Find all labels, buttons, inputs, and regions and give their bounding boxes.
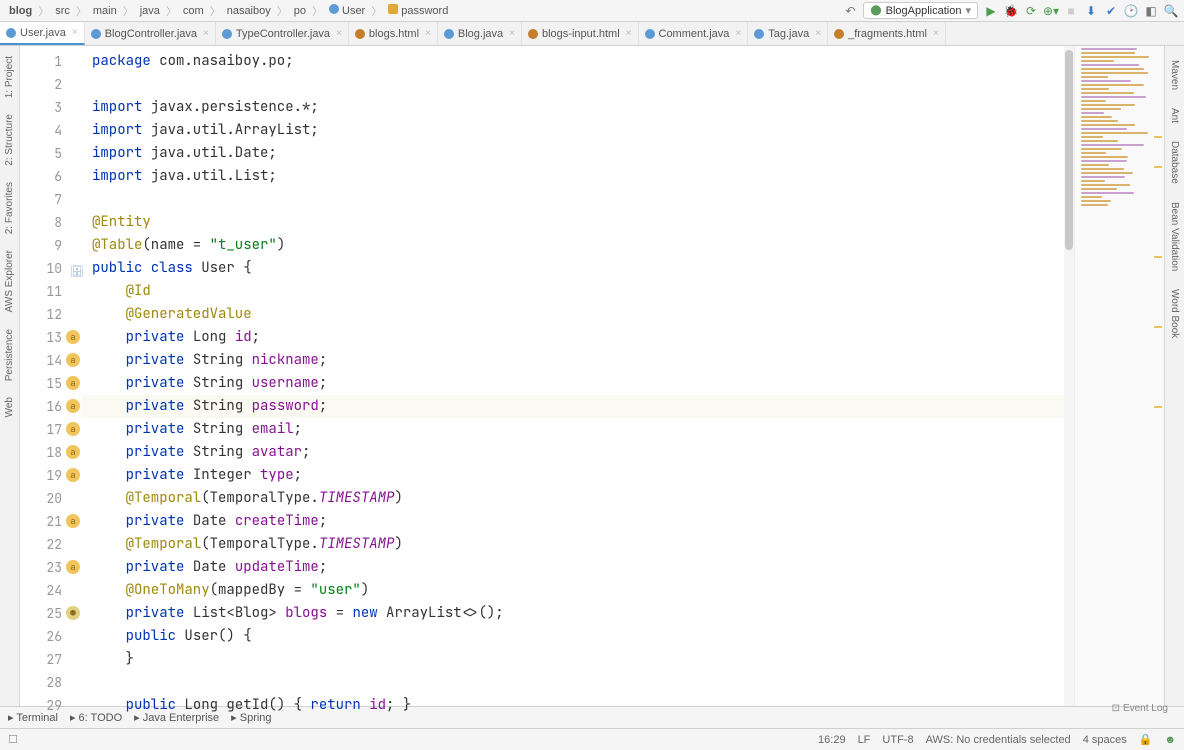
back-icon[interactable]: ↶ [843, 4, 857, 18]
tab-label: blogs.html [369, 28, 419, 40]
tab-label: Comment.java [659, 28, 730, 40]
tool-tab[interactable]: 2: Favorites [4, 178, 15, 238]
git-pull-icon[interactable]: ⬇ [1084, 4, 1098, 18]
breadcrumb-item[interactable]: nasaiboy [224, 4, 274, 18]
layout-icon[interactable]: ◧ [1144, 4, 1158, 18]
run-config-selector[interactable]: ⬤ BlogApplication ▾ [863, 2, 978, 19]
git-commit-icon[interactable]: ✔ [1104, 4, 1118, 18]
breadcrumb-item[interactable]: main [90, 4, 120, 18]
editor-tabs: User.java×BlogController.java×TypeContro… [0, 22, 1184, 46]
scrollbar[interactable] [1064, 46, 1074, 706]
tool-tab[interactable]: 1: Project [4, 52, 15, 102]
editor-tab[interactable]: blogs-input.html × [522, 22, 639, 45]
run-config-label: BlogApplication [886, 5, 962, 17]
breadcrumb-item[interactable]: blog [6, 4, 35, 18]
tool-tab[interactable]: Web [4, 393, 15, 421]
close-icon[interactable]: × [425, 28, 431, 39]
tool-tab[interactable]: Persistence [4, 325, 15, 385]
run-icon[interactable]: ▶ [984, 4, 998, 18]
editor-tab[interactable]: _fragments.html × [828, 22, 946, 45]
tool-tab[interactable]: Database [1169, 137, 1180, 188]
close-icon[interactable]: × [203, 28, 209, 39]
close-icon[interactable]: × [72, 27, 78, 38]
close-icon[interactable]: × [933, 28, 939, 39]
editor-tab[interactable]: User.java × [0, 22, 85, 45]
tool-tab[interactable]: Ant [1169, 104, 1180, 127]
git-history-icon[interactable]: 🕑 [1124, 4, 1138, 18]
right-tool-stripe: Maven Ant Database Bean Validation Word Book [1164, 46, 1184, 706]
stop-icon[interactable]: ■ [1064, 4, 1078, 18]
tool-tab[interactable]: 2: Structure [4, 110, 15, 170]
tab-label: Tag.java [768, 28, 809, 40]
editor-tab[interactable]: Tag.java × [748, 22, 828, 45]
tab-label: User.java [20, 27, 66, 39]
toolbar-right: ↶ ⬤ BlogApplication ▾ ▶ 🐞 ⟳ ⊕▾ ■ ⬇ ✔ 🕑 ◧… [843, 2, 1178, 19]
gutter: 12345678910🗄111213a14a15a16a17a18a19a202… [20, 46, 82, 706]
tab-label: _fragments.html [848, 28, 927, 40]
breadcrumb[interactable]: blog〉src〉main〉java〉com〉nasaiboy〉po〉User〉… [6, 3, 451, 19]
coverage-icon[interactable]: ⟳ [1024, 4, 1038, 18]
editor-tab[interactable]: Comment.java × [639, 22, 749, 45]
tool-tab[interactable]: Maven [1169, 56, 1180, 94]
tool-tab[interactable]: Bean Validation [1169, 198, 1180, 275]
editor-tab[interactable]: TypeController.java × [216, 22, 349, 45]
tab-label: TypeController.java [236, 28, 330, 40]
close-icon[interactable]: × [626, 28, 632, 39]
editor-tab[interactable]: Blog.java × [438, 22, 522, 45]
breadcrumb-item[interactable]: java [137, 4, 163, 18]
top-bar: blog〉src〉main〉java〉com〉nasaiboy〉po〉User〉… [0, 0, 1184, 22]
tool-tab[interactable]: AWS Explorer [4, 246, 15, 316]
tab-label: blogs-input.html [542, 28, 620, 40]
minimap[interactable] [1074, 46, 1164, 706]
breadcrumb-item[interactable]: User [326, 3, 368, 18]
editor-tab[interactable]: BlogController.java × [85, 22, 216, 45]
status-bar: ☐ 16:29 LF UTF-8 AWS: No credentials sel… [0, 728, 1184, 750]
editor-tab[interactable]: blogs.html × [349, 22, 438, 45]
search-icon[interactable]: 🔍 [1164, 4, 1178, 18]
close-icon[interactable]: × [815, 28, 821, 39]
breadcrumb-item[interactable]: po [291, 4, 309, 18]
breadcrumb-item[interactable]: password [385, 3, 451, 18]
editor: 12345678910🗄111213a14a15a16a17a18a19a202… [20, 46, 1164, 706]
breadcrumb-item[interactable]: src [52, 4, 73, 18]
close-icon[interactable]: × [735, 28, 741, 39]
close-icon[interactable]: × [509, 28, 515, 39]
tool-tab[interactable]: Word Book [1169, 285, 1180, 342]
close-icon[interactable]: × [336, 28, 342, 39]
tab-label: BlogController.java [105, 28, 197, 40]
debug-icon[interactable]: 🐞 [1004, 4, 1018, 18]
profile-icon[interactable]: ⊕▾ [1044, 4, 1058, 18]
breadcrumb-item[interactable]: com [180, 4, 207, 18]
tab-label: Blog.java [458, 28, 503, 40]
event-log-link[interactable]: ⊡ Event Log [1112, 703, 1168, 714]
code-area[interactable]: package com.nasaiboy.po;import javax.per… [82, 46, 1064, 706]
left-tool-stripe: 1: Project 2: Structure 2: Favorites AWS Ex… [0, 46, 20, 706]
